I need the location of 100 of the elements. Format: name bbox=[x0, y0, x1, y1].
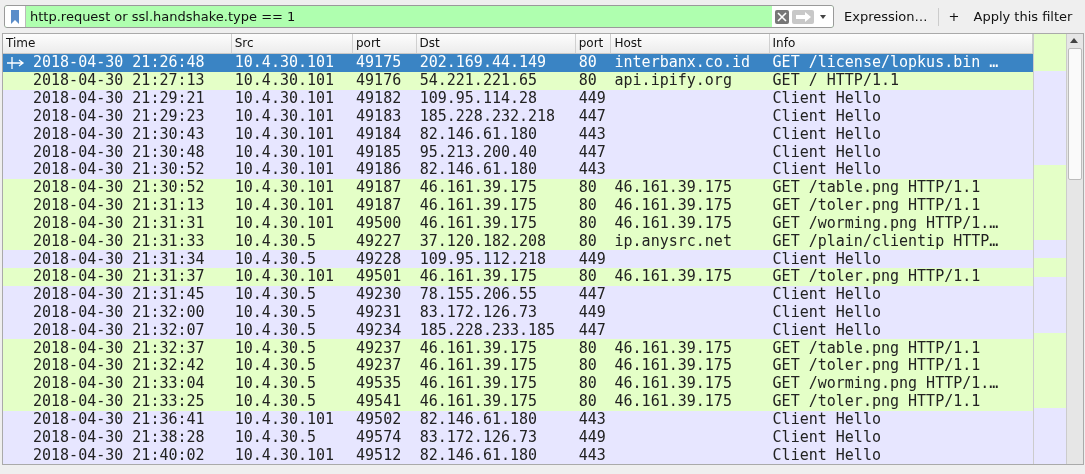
table-cell-text: 202.169.44.149 bbox=[418, 54, 548, 72]
packet-row[interactable]: 2018-04-30 21:38:28 10.4.30.5 49574 83.172.126.73 449 Client Hello bbox=[3, 428, 1033, 447]
table-cell-text: 2018-04-30 21:29:23 bbox=[32, 107, 206, 125]
table-cell-text: 49234 bbox=[355, 321, 403, 339]
table-cell-text: 80 bbox=[577, 54, 598, 72]
packet-row[interactable]: 2018-04-30 21:26:48 10.4.30.101 49175 202.169.44.149 80 interbanx.co.id GET /license/lopkus.bin … bbox=[3, 54, 1033, 72]
column-header[interactable]: Time bbox=[3, 34, 232, 53]
packet-row[interactable]: 2018-04-30 21:32:37 10.4.30.5 49237 46.161.39.175 80 46.161.39.175 GET /table.png HTTP/1.1 bbox=[3, 339, 1033, 358]
packet-row[interactable]: 2018-04-30 21:31:33 10.4.30.5 49227 37.120.182.208 80 ip.anysrc.net GET /plain/clientip HTTP… bbox=[3, 232, 1033, 251]
table-cell-text: 37.120.182.208 bbox=[418, 232, 548, 250]
packet-row[interactable]: 2018-04-30 21:29:23 10.4.30.101 49183 185.228.232.218 447 Client Hello bbox=[3, 107, 1033, 126]
packet-row[interactable]: 2018-04-30 21:32:07 10.4.30.5 49234 185.228.233.185 447 Client Hello bbox=[3, 321, 1033, 340]
table-cell-text: 2018-04-30 21:36:41 bbox=[32, 410, 206, 428]
table-cell-text: 10.4.30.5 bbox=[233, 304, 318, 321]
table-cell-text: 49175 bbox=[355, 54, 403, 72]
table-cell-text: 2018-04-30 21:30:48 bbox=[32, 143, 206, 161]
table-cell-text: 443 bbox=[577, 161, 607, 179]
column-header[interactable]: port bbox=[352, 34, 417, 53]
table-cell-text: GET /toler.png HTTP/1.1 bbox=[771, 393, 982, 411]
table-cell-text: GET /toler.png HTTP/1.1 bbox=[771, 197, 982, 215]
table-cell-text: 10.4.30.101 bbox=[233, 107, 336, 125]
table-cell-text: 2018-04-30 21:29:21 bbox=[32, 90, 206, 108]
packet-row[interactable]: 2018-04-30 21:40:02 10.4.30.101 49512 82.146.61.180 443 Client Hello bbox=[3, 446, 1033, 464]
table-cell-text: 2018-04-30 21:31:34 bbox=[32, 250, 206, 268]
table-cell-text: GET /table.png HTTP/1.1 bbox=[771, 339, 982, 357]
table-cell-text: 49187 bbox=[355, 179, 403, 197]
table-cell-text: 10.4.30.101 bbox=[233, 125, 336, 143]
table-cell-text: 10.4.30.101 bbox=[233, 161, 336, 179]
table-cell-text: 2018-04-30 21:26:48 bbox=[32, 54, 206, 72]
table-cell-text: 46.161.39.175 bbox=[418, 357, 539, 375]
table-cell-text: 95.213.200.40 bbox=[418, 143, 539, 161]
table-cell-text: 49237 bbox=[355, 339, 403, 357]
table-cell-text: 10.4.30.5 bbox=[233, 375, 318, 393]
table-cell-text: 2018-04-30 21:30:52 bbox=[32, 179, 206, 197]
caret-icon[interactable] bbox=[817, 12, 829, 21]
table-cell-text: 46.161.39.175 bbox=[418, 179, 539, 197]
table-cell-text: 49176 bbox=[355, 72, 403, 90]
table-cell-text: 80 bbox=[577, 339, 598, 357]
table-cell-text: 80 bbox=[577, 357, 598, 375]
table-cell-text: 10.4.30.101 bbox=[233, 446, 336, 464]
packet-row[interactable]: 2018-04-30 21:31:31 10.4.30.101 49500 46.161.39.175 80 46.161.39.175 GET /worming.png HTTP/1.… bbox=[3, 214, 1033, 233]
display-filter-field[interactable]: http.request or ssl.handshake.type == 1 bbox=[4, 5, 834, 28]
packet-row[interactable]: 2018-04-30 21:31:34 10.4.30.5 49228 109.95.112.218 449 Client Hello bbox=[3, 250, 1033, 268]
table-cell-text: 49187 bbox=[355, 197, 403, 215]
table-cell-text: 109.95.112.218 bbox=[418, 250, 548, 268]
table-cell-text: 46.161.39.175 bbox=[613, 375, 733, 393]
table-cell-text: api.ipify.org bbox=[613, 72, 733, 90]
table-cell-text: 2018-04-30 21:38:28 bbox=[32, 428, 206, 446]
column-header[interactable]: Src bbox=[231, 34, 353, 53]
table-cell-text: Client Hello bbox=[771, 125, 882, 143]
column-header[interactable]: Info bbox=[769, 34, 1033, 53]
table-cell-text: 80 bbox=[577, 214, 598, 232]
apply-filter-button[interactable]: Apply this filter bbox=[969, 9, 1077, 24]
table-cell-text: 80 bbox=[577, 179, 598, 197]
table-cell-text: Client Hello bbox=[771, 250, 882, 268]
table-cell-text: 80 bbox=[577, 72, 598, 90]
table-cell-text: 10.4.30.5 bbox=[233, 286, 318, 304]
table-cell-text: 2018-04-30 21:32:00 bbox=[32, 304, 206, 321]
table-cell-text: 82.146.61.180 bbox=[418, 410, 539, 428]
table-cell-text: 10.4.30.5 bbox=[233, 428, 318, 446]
table-cell-text: 49502 bbox=[355, 410, 403, 428]
table-cell-text: 109.95.114.28 bbox=[418, 90, 539, 108]
table-cell-text: 447 bbox=[577, 321, 607, 339]
table-cell-text: 2018-04-30 21:40:02 bbox=[32, 446, 206, 464]
table-cell-text: 10.4.30.5 bbox=[233, 393, 318, 411]
scrollbar[interactable] bbox=[1066, 34, 1083, 464]
table-cell-text: 82.146.61.180 bbox=[418, 125, 539, 143]
table-cell-text: 80 bbox=[577, 268, 598, 286]
table-cell-text: 185.228.233.185 bbox=[418, 321, 557, 339]
packet-row[interactable]: 2018-04-30 21:32:42 10.4.30.5 49237 46.161.39.175 80 46.161.39.175 GET /toler.png HTTP/1.1 bbox=[3, 357, 1033, 375]
column-header[interactable]: Dst bbox=[416, 34, 576, 53]
filter-text: http.request or ssl.handshake.type == 1 bbox=[29, 9, 297, 24]
column-header[interactable]: Host bbox=[611, 34, 770, 53]
table-cell-text: 49186 bbox=[355, 161, 403, 179]
table-cell-text: 49535 bbox=[355, 375, 403, 393]
bookmark-icon[interactable] bbox=[11, 9, 19, 24]
table-cell-text: 49183 bbox=[355, 107, 403, 125]
table-cell-text: GET /license/lopkus.bin … bbox=[771, 54, 1000, 72]
table-cell-text: 46.161.39.175 bbox=[418, 197, 539, 215]
table-cell-text: 10.4.30.101 bbox=[233, 268, 336, 286]
packet-row[interactable]: 2018-04-30 21:30:48 10.4.30.101 49185 95.213.200.40 447 Client Hello bbox=[3, 143, 1033, 161]
table-cell-text: 46.161.39.175 bbox=[613, 214, 733, 232]
table-cell-text: 49231 bbox=[355, 304, 403, 321]
table-cell-text: 78.155.206.55 bbox=[418, 286, 539, 304]
table-cell-text: 49541 bbox=[355, 393, 403, 411]
table-cell-text: 2018-04-30 21:31:13 bbox=[32, 197, 206, 215]
table-cell-text: 10.4.30.5 bbox=[233, 339, 318, 357]
table-cell-text: 46.161.39.175 bbox=[613, 339, 733, 357]
table-cell-text: 2018-04-30 21:32:37 bbox=[32, 339, 206, 357]
add-button[interactable]: + bbox=[944, 9, 964, 24]
packet-row[interactable]: 2018-04-30 21:30:43 10.4.30.101 49184 82.146.61.180 443 Client Hello bbox=[3, 125, 1033, 144]
table-cell-text: 83.172.126.73 bbox=[418, 304, 539, 321]
column-header[interactable]: port bbox=[575, 34, 612, 53]
table-cell-text: 46.161.39.175 bbox=[613, 393, 733, 411]
table-cell-text: 80 bbox=[577, 375, 598, 393]
clear-icon[interactable] bbox=[775, 9, 789, 24]
table-cell-text: ip.anysrc.net bbox=[613, 232, 733, 250]
table-cell-text: 46.161.39.175 bbox=[418, 268, 539, 286]
table-cell-text: 2018-04-30 21:31:31 bbox=[32, 214, 206, 232]
expression-button[interactable]: Expression… bbox=[840, 9, 932, 24]
